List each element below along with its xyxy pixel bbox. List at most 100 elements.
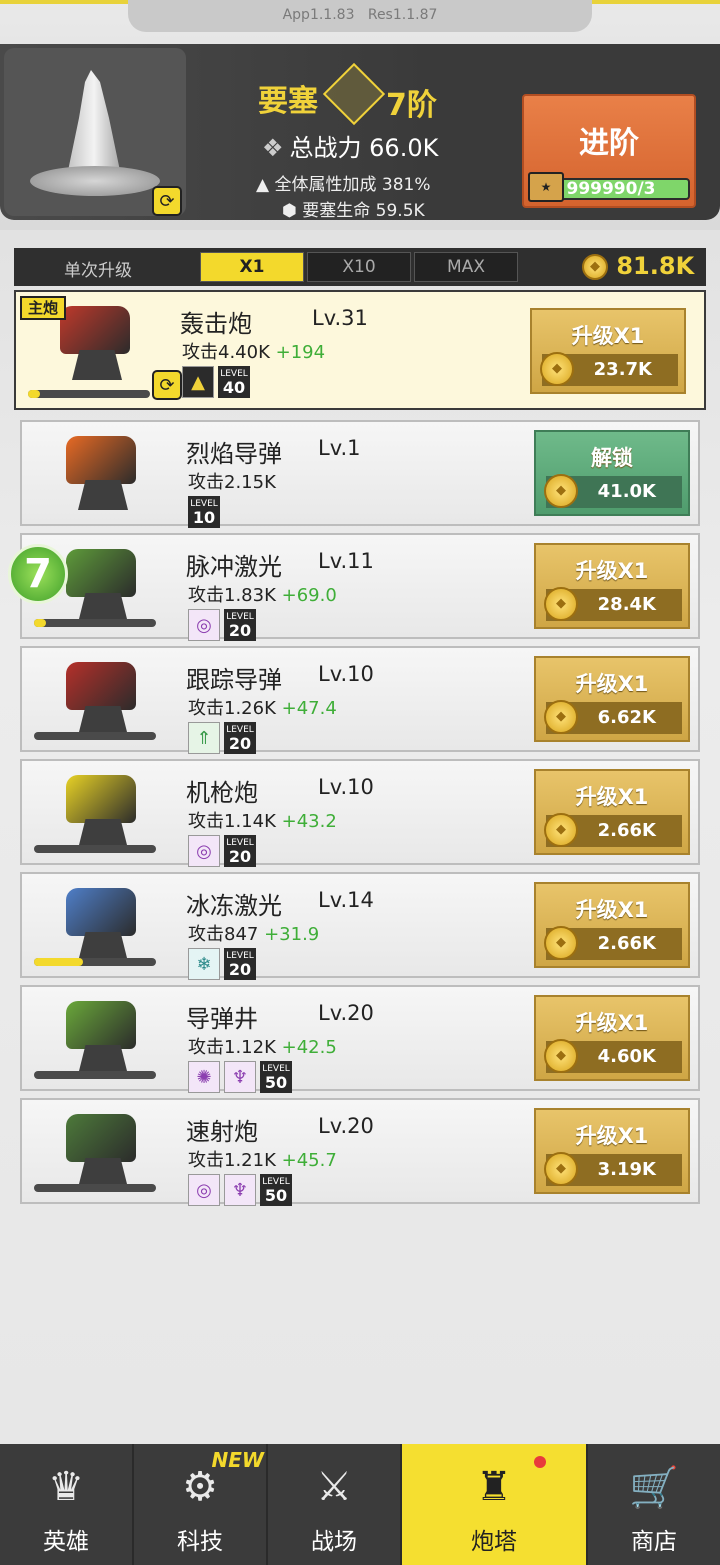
turret-image[interactable] [36,882,166,964]
turret-row[interactable]: 跟踪导弹 Lv.10 攻击1.26K +47.4 ⇑ LEVEL 20 升级X1 ◆ 6.6… [20,646,700,754]
life-value: 59.5K [375,201,425,221]
turret-badges: ▲ LEVEL 40 [182,366,250,398]
hero-icon: ♛ [48,1464,84,1510]
turret-image[interactable] [36,1108,166,1190]
coin-icon: ◆ [544,700,578,734]
turret-row[interactable]: 脉冲激光 Lv.11 攻击1.83K +69.0 ◎ LEVEL 20 升级X1 ◆ 28.… [20,533,700,641]
level-cap-value: 10 [192,508,216,527]
unlock-button[interactable]: 解锁 ◆ 41.0K [534,430,690,516]
fortress-image[interactable]: ⟳ [4,48,186,216]
turret-name: 烈焰导弹 [186,440,282,468]
turret-level: Lv.20 [318,1001,374,1025]
burst-skill-icon[interactable]: ✺ [188,1061,220,1093]
nav-battlefield[interactable]: ⚔ 战场 [268,1444,402,1565]
turret-base-graphic [78,480,128,510]
turret-level: Lv.14 [318,888,374,912]
turret-level: Lv.20 [318,1114,374,1138]
attack-gain: +45.7 [281,1150,337,1171]
bottom-nav: ♛ 英雄 NEW ⚙ 科技 ⚔ 战场 ♜ 炮塔 🛒 商店 [0,1444,720,1565]
single-upgrade-label: 单次升级 [64,261,132,281]
tab-max[interactable]: MAX [414,252,518,282]
turret-badges: ❄ LEVEL 20 [188,948,256,980]
turret-badges: ✺ ♆ LEVEL 50 [188,1061,292,1093]
turret-body-graphic [66,1001,136,1049]
seven-badge-icon[interactable]: 7 [8,544,68,604]
snowflake-skill-icon[interactable]: ❄ [188,948,220,980]
level-cap-badge: LEVEL 20 [224,722,256,754]
advance-counter: ★ 999990/3 [528,172,690,202]
turret-row[interactable]: 主炮 ⟳ 轰击炮 Lv.31 攻击4.40K +194 ▲ LEVEL 40 升级X1 ◆ 23… [14,290,706,410]
turret-row[interactable]: 冰冻激光 Lv.14 攻击847 +31.9 ❄ LEVEL 20 升级X1 ◆ 2.66K [20,872,700,980]
level-cap-badge: LEVEL 50 [260,1061,292,1093]
top-accent-right [592,0,720,4]
coin-total: ◆ 81.8K [582,252,694,280]
turret-body-graphic [66,775,136,823]
tab-x10[interactable]: X10 [307,252,411,282]
tab-x1[interactable]: X1 [200,252,304,282]
cost-value: 2.66K [597,820,656,841]
nav-turret[interactable]: ♜ 炮塔 [402,1444,588,1565]
turret-row[interactable]: 导弹井 Lv.20 攻击1.12K +42.5 ✺ ♆ LEVEL 50 升级X1 ◆ 4.6… [20,985,700,1093]
action-label: 升级X1 [575,1124,649,1148]
spike-skill-icon[interactable]: ♆ [224,1174,256,1206]
target-skill-icon[interactable]: ◎ [188,1174,220,1206]
upgrade-progress-bar [34,619,156,627]
turret-row[interactable]: 烈焰导弹 Lv.1 攻击2.15K LEVEL 10 解锁 ◆ 41.0K [20,420,700,528]
version-strip: App1.1.83 Res1.1.87 [128,0,592,32]
fortress-rank: 7阶 [386,88,437,123]
turret-body-graphic [66,1114,136,1162]
upgrade-button[interactable]: 升级X1 ◆ 2.66K [534,882,690,968]
nav-shop[interactable]: 🛒 商店 [588,1444,720,1565]
top-accent-left [0,0,128,4]
action-label: 升级X1 [575,1011,649,1035]
attack-gain: +42.5 [281,1037,337,1058]
turret-image[interactable] [36,995,166,1077]
ticket-icon: ★ [528,172,564,202]
nav-turret-label: 炮塔 [471,1529,517,1555]
nav-hero-label: 英雄 [43,1529,89,1555]
upgrade-progress-bar [34,845,156,853]
turret-image[interactable] [36,430,166,512]
turret-row[interactable]: 速射炮 Lv.20 攻击1.21K +45.7 ◎ ♆ LEVEL 50 升级X1 ◆ 3.1… [20,1098,700,1206]
upgrade-button[interactable]: 升级X1 ◆ 4.60K [534,995,690,1081]
advance-button[interactable]: 进阶 ★ 999990/3 [522,94,696,208]
nav-tech[interactable]: NEW ⚙ 科技 [134,1444,268,1565]
turret-image[interactable] [36,656,166,738]
attack-gain: +31.9 [264,924,320,945]
coin-icon: ◆ [544,587,578,621]
upgrade-button[interactable]: 升级X1 ◆ 3.19K [534,1108,690,1194]
upgrade-button[interactable]: 升级X1 ◆ 6.62K [534,656,690,742]
spike-skill-icon[interactable]: ♆ [224,1061,256,1093]
nav-hero[interactable]: ♛ 英雄 [0,1444,134,1565]
turret-badges: ◎ ♆ LEVEL 50 [188,1174,292,1206]
battlefield-icon: ⚔ [316,1464,352,1510]
turret-row[interactable]: 机枪炮 Lv.10 攻击1.14K +43.2 ◎ LEVEL 20 升级X1 ◆ 2.66… [20,759,700,867]
coin-icon: ◆ [544,926,578,960]
coin-total-value: 81.8K [616,252,695,280]
level-cap-value: 20 [228,621,252,640]
upgrade-progress-bar [34,1184,156,1192]
cost-value: 41.0K [597,481,656,502]
arrow-skill-icon[interactable]: ⇑ [188,722,220,754]
coin-icon: ◆ [544,1039,578,1073]
attack-value: 攻击2.15K [188,472,276,493]
action-cost: ◆ 28.4K [544,587,682,621]
level-cap-value: 50 [264,1073,288,1092]
main-cannon-tag: 主炮 [20,296,66,320]
target-skill-icon[interactable]: ◎ [188,835,220,867]
cost-value: 23.7K [593,359,652,380]
triangle-skill-icon[interactable]: ▲ [182,366,214,398]
attack-gain: +47.4 [281,698,337,719]
turret-image[interactable] [36,769,166,851]
attack-value: 攻击1.12K [188,1037,276,1058]
coin-icon: ◆ [540,352,574,386]
turret-attack: 攻击1.12K +42.5 [188,1033,337,1059]
upgrade-button[interactable]: 升级X1 ◆ 28.4K [534,543,690,629]
target-skill-icon[interactable]: ◎ [188,609,220,641]
upgrade-button[interactable]: 升级X1 ◆ 23.7K [530,308,686,394]
turret-swap-button[interactable]: ⟳ [152,370,182,400]
turret-attack: 攻击847 +31.9 [188,920,319,946]
coin-icon: ◆ [544,474,578,508]
upgrade-button[interactable]: 升级X1 ◆ 2.66K [534,769,690,855]
fortress-swap-button[interactable]: ⟳ [152,186,182,216]
